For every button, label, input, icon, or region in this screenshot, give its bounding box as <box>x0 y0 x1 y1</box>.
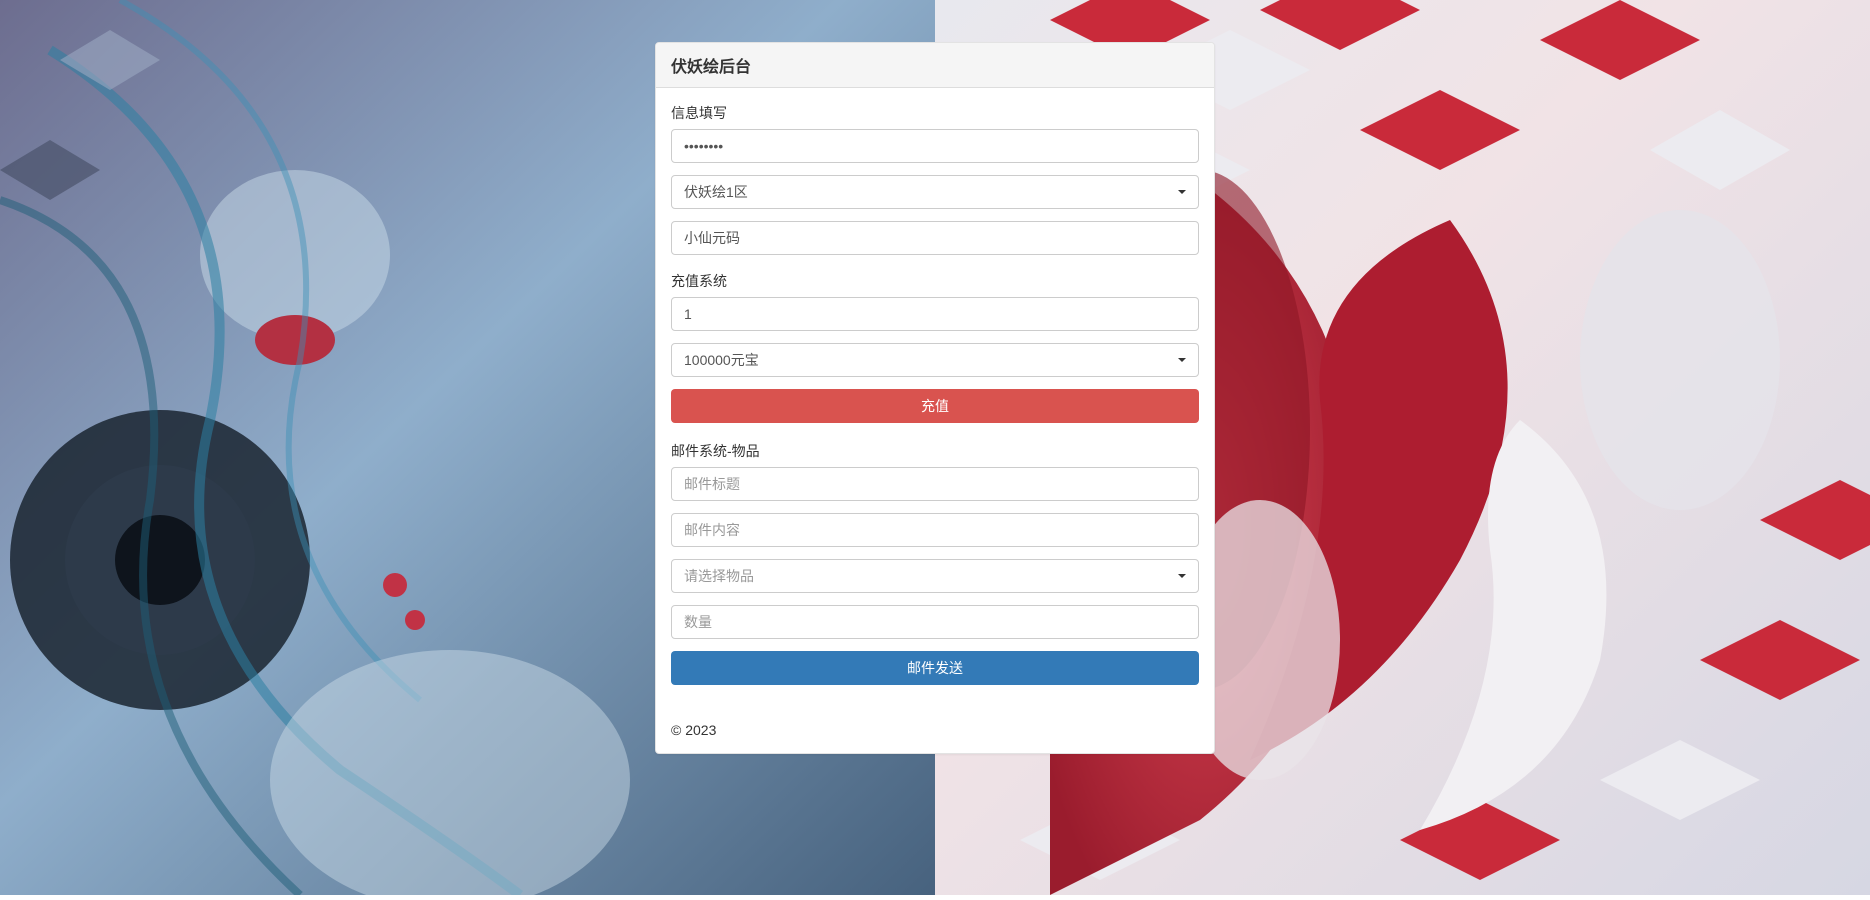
footer-copyright: © 2023 <box>656 712 1214 753</box>
server-select[interactable]: 伏妖绘1区 <box>671 175 1199 209</box>
currency-select-value: 100000元宝 <box>684 350 759 370</box>
caret-down-icon <box>1178 190 1186 194</box>
recharge-button[interactable]: 充值 <box>671 389 1199 423</box>
password-input[interactable] <box>671 129 1199 163</box>
mail-title-input[interactable] <box>671 467 1199 501</box>
panel-title: 伏妖绘后台 <box>671 53 1199 77</box>
quantity-input[interactable] <box>671 605 1199 639</box>
item-select-value: 请选择物品 <box>684 566 754 586</box>
mail-send-button[interactable]: 邮件发送 <box>671 651 1199 685</box>
recharge-section-label: 充值系统 <box>671 271 1199 291</box>
currency-select[interactable]: 100000元宝 <box>671 343 1199 377</box>
info-section-label: 信息填写 <box>671 103 1199 123</box>
item-select[interactable]: 请选择物品 <box>671 559 1199 593</box>
caret-down-icon <box>1178 358 1186 362</box>
mail-section-label: 邮件系统-物品 <box>671 441 1199 461</box>
admin-panel: 伏妖绘后台 信息填写 伏妖绘1区 充值系统 100000元宝 充值 邮件系统-物… <box>655 42 1215 754</box>
mail-content-input[interactable] <box>671 513 1199 547</box>
server-select-value: 伏妖绘1区 <box>684 182 748 202</box>
panel-body: 信息填写 伏妖绘1区 充值系统 100000元宝 充值 邮件系统-物品 请选择物… <box>656 88 1214 712</box>
caret-down-icon <box>1178 574 1186 578</box>
name-input[interactable] <box>671 221 1199 255</box>
panel-header: 伏妖绘后台 <box>656 43 1214 88</box>
recharge-amount-input[interactable] <box>671 297 1199 331</box>
